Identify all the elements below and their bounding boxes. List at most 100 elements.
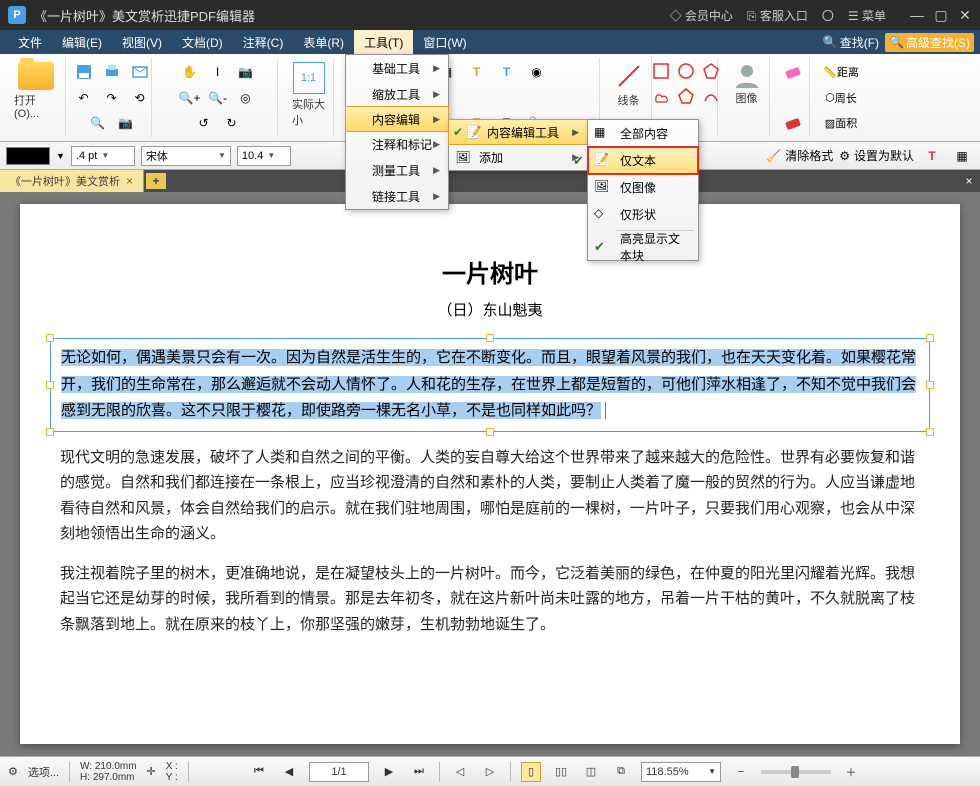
actual-size-button[interactable]: 1:1 实际大小 — [288, 60, 329, 130]
options-button[interactable]: 选项... — [28, 764, 59, 780]
next-page-icon[interactable]: ▶ — [379, 762, 399, 782]
zoomout-icon[interactable]: 🔍- — [206, 86, 230, 110]
document-tab[interactable]: 《一片树叶》美文赏析× — [0, 170, 144, 192]
service-link[interactable]: ⎘ 客服入口 — [747, 7, 808, 24]
zoom-in-btn[interactable]: ＋ — [841, 762, 861, 782]
resize-handle[interactable] — [46, 334, 54, 342]
facing-icon[interactable]: ◫ — [581, 762, 601, 782]
zoomin-icon[interactable]: 🔍+ — [178, 86, 202, 110]
menu-shape-only[interactable]: ◇ 仅形状 — [588, 201, 698, 228]
stamp-icon[interactable]: ◉ — [525, 60, 549, 84]
selected-text-block[interactable]: 无论如何，偶遇美景只会有一次。因为自然是活生生的，它在不断变化。而且，眼望着风景… — [50, 338, 930, 432]
continuous-facing-icon[interactable]: ⧉ — [611, 762, 631, 782]
resize-handle[interactable] — [926, 381, 934, 389]
rotate-left-icon[interactable]: ↺ — [192, 111, 216, 135]
resize-handle[interactable] — [926, 428, 934, 436]
user-icon[interactable]: 〇 — [822, 7, 834, 24]
menu-edit[interactable]: 编辑(E) — [52, 30, 112, 54]
perimeter-button[interactable]: ⬡ 周长 — [825, 86, 857, 110]
pdf-page[interactable]: 一片树叶 （日）东山魁夷 无论如何，偶遇美景只会有一次。因为自然是活生生的，它在… — [20, 204, 960, 744]
rotate-right-icon[interactable]: ↻ — [220, 111, 244, 135]
save-icon[interactable] — [72, 60, 96, 84]
menu-document[interactable]: 文档(D) — [172, 30, 233, 54]
color-swatch[interactable] — [6, 147, 50, 165]
cloud-shape-icon[interactable] — [650, 85, 672, 107]
maximize-button[interactable]: ▢ — [934, 8, 948, 22]
polygon-shape-icon[interactable] — [700, 60, 722, 82]
email-icon[interactable] — [128, 60, 152, 84]
open-button[interactable]: 打开(O)... — [10, 60, 61, 122]
paragraph-2[interactable]: 现代文明的急速发展，破坏了人类和自然之间的平衡。人类的妄自尊大给这个世界带来了越… — [50, 446, 930, 548]
print-icon[interactable] — [100, 60, 124, 84]
continuous-icon[interactable]: ▯▯ — [551, 762, 571, 782]
set-default-button[interactable]: ⚙ 设置为默认 — [839, 147, 914, 164]
eraser-icon[interactable] — [781, 60, 805, 84]
redo-icon[interactable]: ↷ — [100, 86, 124, 110]
menu-comment[interactable]: 注释(C) — [233, 30, 294, 54]
menu-text-only[interactable]: ✔ 📝 仅文本 — [588, 147, 698, 174]
distance-button[interactable]: 📏 距离 — [823, 60, 859, 84]
lines-button[interactable]: 线条 — [611, 60, 647, 110]
menu-add[interactable]: 🖼 添加▶ — [449, 144, 587, 170]
menu-tools[interactable]: 工具(T) — [354, 30, 413, 54]
menu-file[interactable]: 文件 — [8, 30, 52, 54]
page-number-field[interactable]: 1/1 — [309, 762, 369, 782]
tab-close-icon[interactable]: × — [126, 174, 133, 188]
menu-window[interactable]: 窗口(W) — [413, 30, 476, 54]
find-button[interactable]: 🔍 查找(F) — [823, 34, 879, 51]
menu-annotate[interactable]: 注释和标记▶ — [346, 131, 448, 157]
prev-page-icon[interactable]: ◀ — [279, 762, 299, 782]
fill-color-icon[interactable]: ▦ — [950, 144, 974, 168]
area-button[interactable]: ▨ 面积 — [825, 111, 857, 135]
undo-icon[interactable]: ↶ — [72, 86, 96, 110]
font-family-combo[interactable]: 宋体▼ — [141, 146, 231, 166]
search-icon[interactable]: 🔍 — [86, 111, 110, 135]
freeform-shape-icon[interactable] — [700, 85, 722, 107]
main-menu[interactable]: ☰ 菜单 — [848, 7, 886, 24]
menu-form[interactable]: 表单(R) — [293, 30, 354, 54]
clear-format-button[interactable]: 🧹 清除格式 — [766, 147, 833, 164]
zoom-out-btn[interactable]: − — [731, 762, 751, 782]
resize-handle[interactable] — [46, 428, 54, 436]
image-button[interactable]: 图像 — [728, 60, 766, 108]
menu-content-edit[interactable]: 内容编辑▶ — [345, 106, 449, 132]
paragraph-3[interactable]: 我注视着院子里的树木，更准确地说，是在凝望枝头上的一片树叶。而今，它泛着美丽的绿… — [50, 562, 930, 639]
loupe-icon[interactable]: ◎ — [234, 86, 258, 110]
minimize-button[interactable]: — — [910, 8, 924, 22]
last-page-icon[interactable]: ⏭ — [409, 762, 429, 782]
resize-handle[interactable] — [486, 428, 494, 436]
resize-handle[interactable] — [926, 334, 934, 342]
resize-handle[interactable] — [46, 381, 54, 389]
paragraph-1[interactable]: 无论如何，偶遇美景只会有一次。因为自然是活生生的，它在不断变化。而且，眼望着风景… — [61, 349, 916, 419]
single-page-icon[interactable]: ▯ — [521, 762, 541, 782]
menu-measure[interactable]: 测量工具▶ — [346, 157, 448, 183]
select-tool-icon[interactable]: I — [206, 60, 230, 84]
menu-link-tools[interactable]: 链接工具▶ — [346, 183, 448, 209]
zoom-combo[interactable]: 118.55%▼ — [641, 762, 721, 782]
text2-icon[interactable]: T — [495, 60, 519, 84]
menu-all-content[interactable]: ▦ 全部内容 — [588, 120, 698, 147]
stroke-width-combo[interactable]: .4 pt▼ — [71, 146, 135, 166]
new-tab-button[interactable]: + — [146, 173, 166, 189]
nav-back-icon[interactable]: ◁ — [450, 762, 470, 782]
font-size-combo[interactable]: 10.4▼ — [237, 146, 291, 166]
revert-icon[interactable]: ⟲ — [128, 86, 152, 110]
circle-shape-icon[interactable] — [675, 60, 697, 82]
eraser2-icon[interactable] — [781, 111, 805, 135]
resize-handle[interactable] — [486, 334, 494, 342]
gear-icon[interactable]: ⚙ — [8, 765, 18, 778]
advanced-find-button[interactable]: 🔍 高级查找(S) — [885, 33, 974, 52]
text-color-icon[interactable]: T — [920, 144, 944, 168]
menu-view[interactable]: 视图(V) — [112, 30, 172, 54]
snapshot2-icon[interactable]: 📷 — [234, 60, 258, 84]
menu-zoom-tools[interactable]: 缩放工具▶ — [346, 81, 448, 107]
first-page-icon[interactable]: ⏮ — [249, 762, 269, 782]
member-center-link[interactable]: ◇ 会员中心 — [670, 7, 733, 24]
nav-fwd-icon[interactable]: ▷ — [480, 762, 500, 782]
menu-basic-tools[interactable]: 基础工具▶ — [346, 55, 448, 81]
menu-content-edit-tool[interactable]: ✔ 📝 内容编辑工具▶ — [448, 119, 588, 145]
close-all-tabs-icon[interactable]: × — [958, 174, 980, 188]
close-button[interactable]: ✕ — [958, 8, 972, 22]
rect-shape-icon[interactable] — [650, 60, 672, 82]
pentagon-shape-icon[interactable] — [675, 85, 697, 107]
